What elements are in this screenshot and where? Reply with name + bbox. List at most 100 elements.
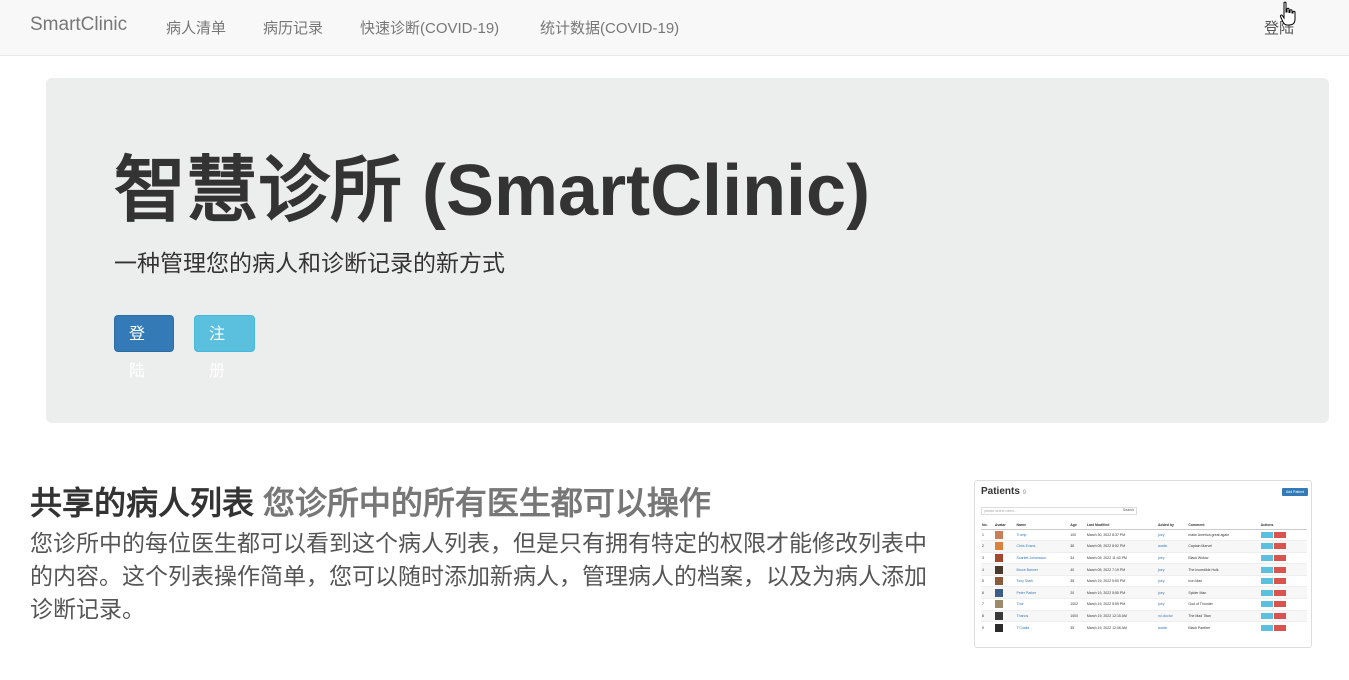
thumb-cell-avatar	[993, 586, 1016, 599]
thumb-cell-modified: March 05, 2022 7:19 PM	[1085, 563, 1158, 576]
thumb-cell-actions	[1259, 540, 1307, 553]
thumb-title: Patients 9	[981, 486, 1026, 497]
thumb-cell-comment: Iron Man	[1187, 574, 1260, 587]
thumb-cell-added-by: joey	[1157, 574, 1188, 587]
avatar	[994, 530, 1003, 539]
thumb-cell-modified: March 30, 2022 8:37 PM	[1085, 528, 1158, 541]
nav-link-quick-diagnosis[interactable]: 快速诊断(COVID-19)	[360, 17, 499, 38]
jumbotron-subtitle: 一种管理您的病人和诊断记录的新方式	[114, 250, 505, 276]
thumb-delete-button	[1273, 543, 1286, 550]
thumb-delete-button	[1273, 624, 1286, 631]
thumb-cell-comment: Captain Marvel	[1187, 540, 1260, 553]
thumb-cell-no: 6	[981, 586, 994, 599]
thumb-cell-age: 35	[1069, 621, 1086, 634]
thumb-cell-age: 20	[1069, 586, 1086, 599]
thumb-cell-actions	[1259, 609, 1307, 622]
thumb-cell-avatar	[993, 574, 1016, 587]
navbar-brand[interactable]: SmartClinic	[30, 14, 127, 36]
thumb-cell-name: Tony Stark	[1015, 574, 1070, 587]
thumb-cell-no: 8	[981, 609, 994, 622]
thumb-edit-button	[1260, 624, 1273, 631]
thumb-cell-age: 40	[1069, 563, 1086, 576]
thumb-delete-button	[1273, 554, 1286, 561]
thumb-table-row: 9 T'Challa 35 March 19, 2022 12:06 AM austin…	[981, 621, 1307, 634]
thumb-table: No. Avatar Name Age Last Modified Added by Com…	[981, 521, 1307, 634]
thumb-cell-age: 1002	[1069, 598, 1086, 611]
thumb-edit-button	[1260, 578, 1273, 585]
thumb-table-row: 2 Chris Evans 38 March 05, 2022 8:52 PM aust…	[981, 540, 1307, 553]
patient-list-screenshot: Patients 9 Add Patient please select nam…	[974, 480, 1312, 648]
thumb-edit-button	[1260, 543, 1273, 550]
thumb-cell-added-by: joey	[1157, 551, 1188, 564]
thumb-cell-added-by: joey	[1157, 528, 1188, 541]
thumb-edit-button	[1260, 589, 1273, 596]
thumb-cell-modified: March 05, 2022 11:43 PM	[1085, 551, 1158, 564]
thumb-cell-avatar	[993, 621, 1016, 634]
thumb-cell-no: 7	[981, 598, 994, 611]
thumb-table-row: 7 Thor 1002 March 19, 2022 5:59 PM joey God o…	[981, 598, 1307, 611]
thumb-cell-avatar	[993, 563, 1016, 576]
thumb-table-row: 6 Peter Parker 20 March 19, 2022 5:55 PM joe…	[981, 586, 1307, 599]
thumb-cell-age: 38	[1069, 574, 1086, 587]
thumb-column-header: Comment	[1187, 521, 1260, 530]
thumb-cell-name: Thor	[1015, 598, 1070, 611]
nav-link-patient-list[interactable]: 病人清单	[166, 17, 226, 38]
feature-heading-main: 共享的病人列表	[30, 485, 255, 521]
thumb-cell-added-by: joey	[1157, 563, 1188, 576]
thumb-cell-actions	[1259, 586, 1307, 599]
register-button[interactable]: 注册	[194, 315, 255, 380]
feature-description: 您诊所中的每位医生都可以看到这个病人列表，但是只有拥有特定的权限才能修改列表中的…	[30, 530, 927, 622]
thumb-cell-added-by: austin	[1157, 540, 1188, 553]
thumb-cell-name: Thanos	[1015, 609, 1070, 622]
feature-heading: 共享的病人列表 您诊所中的所有医生都可以操作	[30, 478, 711, 524]
thumb-table-row: 3 Scarlett Johansson 34 March 05, 2022 11:4…	[981, 551, 1307, 564]
thumb-table-row: 8 Thanos 1000 March 19, 2022 12:15 AM no-doc…	[981, 609, 1307, 622]
thumb-cell-name: Chris Evans	[1015, 540, 1070, 553]
thumb-table-row: 5 Tony Stark 38 March 19, 2022 5:50 PM joey I…	[981, 574, 1307, 587]
thumb-edit-button	[1260, 566, 1273, 573]
thumb-table-header: No. Avatar Name Age Last Modified Added by Com…	[981, 521, 1307, 530]
thumb-cell-no: 3	[981, 551, 994, 564]
nav-link-medical-records[interactable]: 病历记录	[263, 17, 323, 38]
avatar	[994, 611, 1003, 620]
thumb-cell-added-by: no-doctor	[1157, 609, 1188, 622]
thumb-title-text: Patients	[981, 486, 1020, 497]
thumb-cell-avatar	[993, 609, 1016, 622]
thumb-delete-button	[1273, 531, 1286, 538]
thumb-cell-actions	[1259, 574, 1307, 587]
thumb-cell-comment: Black Panther	[1187, 621, 1260, 634]
thumb-cell-avatar	[993, 551, 1016, 564]
thumb-edit-button	[1260, 531, 1273, 538]
thumb-cell-comment: make America great again	[1187, 528, 1260, 541]
thumb-cell-no: 9	[981, 621, 994, 634]
thumb-cell-comment: Spider Man	[1187, 586, 1260, 599]
thumb-delete-button	[1273, 601, 1286, 608]
thumb-cell-avatar	[993, 528, 1016, 541]
nav-link-statistics[interactable]: 统计数据(COVID-19)	[540, 17, 679, 38]
thumb-cell-comment: The Incredible Hulk	[1187, 563, 1260, 576]
jumbotron-title: 智慧诊所 (SmartClinic)	[114, 151, 871, 231]
thumb-count: 9	[1022, 490, 1027, 496]
thumb-edit-button	[1260, 554, 1273, 561]
thumb-cell-avatar	[993, 598, 1016, 611]
thumb-cell-modified: March 19, 2022 12:15 AM	[1085, 609, 1158, 622]
thumb-table-row: 4 Bruce Banner 40 March 05, 2022 7:19 PM joe…	[981, 563, 1307, 576]
thumb-column-header: Avatar	[993, 521, 1016, 530]
thumb-cell-actions	[1259, 563, 1307, 576]
thumb-edit-button	[1260, 601, 1273, 608]
thumb-column-header: Name	[1015, 521, 1070, 530]
avatar	[994, 577, 1003, 586]
thumb-cell-no: 2	[981, 540, 994, 553]
thumb-cell-age: 34	[1069, 551, 1086, 564]
thumb-cell-comment: Black Widow	[1187, 551, 1260, 564]
thumb-cell-actions	[1259, 528, 1307, 541]
thumb-delete-button	[1273, 612, 1286, 619]
thumb-column-header: Added by	[1157, 521, 1188, 530]
login-button[interactable]: 登陆	[114, 315, 174, 380]
avatar	[994, 588, 1003, 597]
thumb-cell-modified: March 19, 2022 5:55 PM	[1085, 586, 1158, 599]
thumb-search-input: please select name...	[981, 507, 1137, 515]
thumb-cell-modified: March 05, 2022 8:52 PM	[1085, 540, 1158, 553]
hand-cursor-icon	[1279, 1, 1296, 26]
thumb-search-label: Search	[1123, 508, 1135, 512]
